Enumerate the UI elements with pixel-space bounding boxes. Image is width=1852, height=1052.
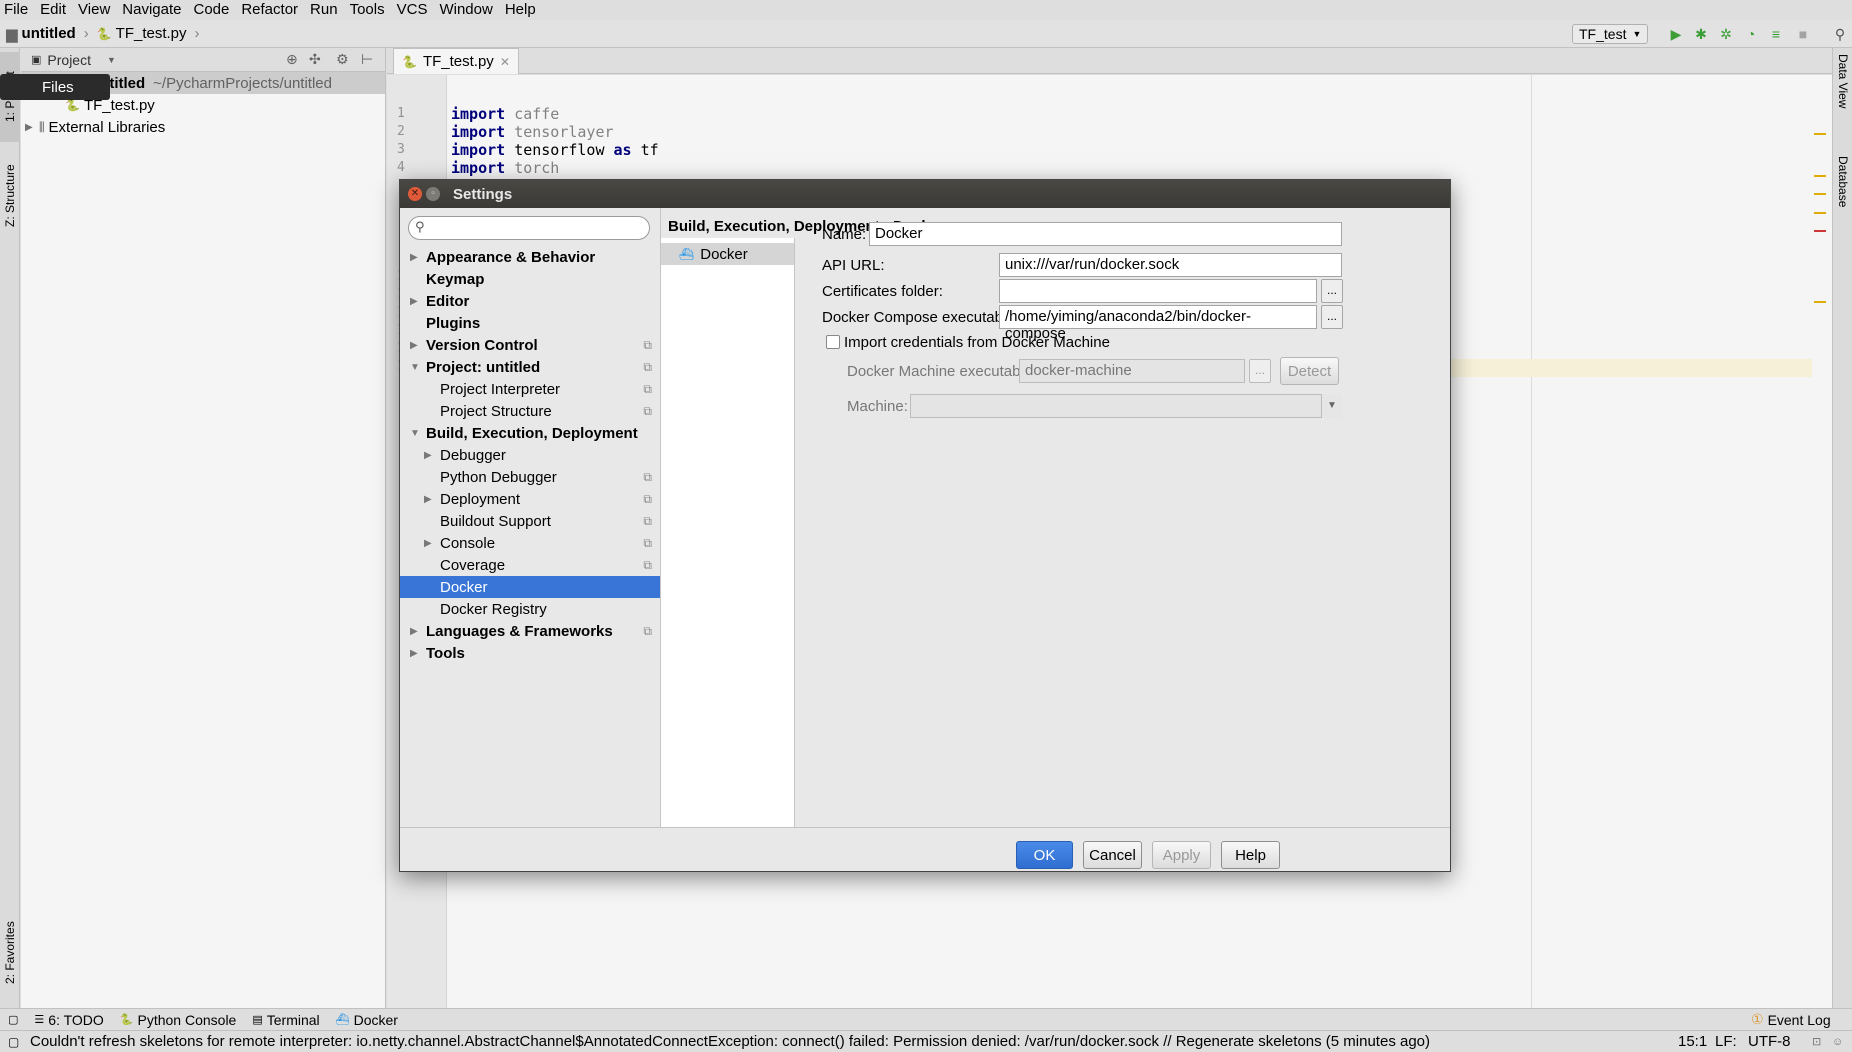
settings-tree-item[interactable]: ▶ Editor xyxy=(400,290,660,312)
chevron-right-icon[interactable]: ▶ xyxy=(410,648,418,659)
name-label: Name: xyxy=(822,226,867,243)
chevron-down-icon[interactable]: ▼ xyxy=(410,362,420,373)
chevron-down-icon[interactable]: ▼ xyxy=(1321,394,1342,418)
chevron-right-icon[interactable]: ▶ xyxy=(424,538,432,549)
settings-tree-item-label: Languages & Frameworks xyxy=(426,622,613,640)
settings-tree-item-label: Project: untitled xyxy=(426,358,541,376)
project-level-icon: ⧉ xyxy=(643,513,652,528)
help-button[interactable]: Help xyxy=(1221,841,1280,869)
project-level-icon: ⧉ xyxy=(643,491,652,506)
project-level-icon: ⧉ xyxy=(643,403,652,418)
import-credentials-label[interactable]: Import credentials from Docker Machine xyxy=(844,334,1110,351)
settings-tree-item[interactable]: Project Structure ⧉ xyxy=(400,400,660,422)
chevron-right-icon[interactable]: ▶ xyxy=(410,340,418,351)
apply-button[interactable]: Apply xyxy=(1152,841,1211,869)
files-tooltip: Files xyxy=(0,74,110,100)
project-level-icon: ⧉ xyxy=(643,359,652,374)
docker-config-list: ⛴ Docker xyxy=(661,238,795,828)
settings-tree-item-label: Tools xyxy=(426,644,465,662)
dialog-titlebar: ✕ ▫ Settings xyxy=(400,180,1450,208)
detect-button[interactable]: Detect xyxy=(1280,357,1339,385)
settings-tree-item-label: Project Structure xyxy=(440,402,552,420)
settings-tree-item-label: Docker xyxy=(440,578,488,596)
dialog-title: Settings xyxy=(453,185,513,203)
docker-compose-field[interactable]: /home/yiming/anaconda2/bin/docker-compos… xyxy=(999,305,1317,342)
api-url-field[interactable]: unix:///var/run/docker.sock xyxy=(999,253,1342,277)
browse-machine-button[interactable]: ... xyxy=(1249,359,1271,383)
settings-search-input[interactable]: ⚲ xyxy=(408,216,650,240)
settings-tree-item[interactable]: Plugins xyxy=(400,312,660,334)
settings-tree-item[interactable]: ▶ Tools xyxy=(400,642,660,664)
settings-tree-item[interactable]: ▶ Languages & Frameworks ⧉ xyxy=(400,620,660,642)
cancel-button[interactable]: Cancel xyxy=(1083,841,1142,869)
chevron-right-icon[interactable]: ▶ xyxy=(424,450,432,461)
settings-tree-item[interactable]: ▶ Debugger xyxy=(400,444,660,466)
settings-tree-item-label: Console xyxy=(440,534,496,552)
settings-tree-item-label: Appearance & Behavior xyxy=(426,248,596,266)
settings-tree-item[interactable]: ▶ Console ⧉ xyxy=(400,532,660,554)
browse-certificates-button[interactable]: ... xyxy=(1321,279,1343,303)
project-level-icon: ⧉ xyxy=(643,535,652,550)
settings-tree-item[interactable]: Buildout Support ⧉ xyxy=(400,510,660,532)
settings-tree-item-label: Project Interpreter xyxy=(440,380,561,398)
ok-button[interactable]: OK xyxy=(1016,841,1073,869)
project-level-icon: ⧉ xyxy=(643,381,652,396)
settings-tree-item[interactable]: Coverage ⧉ xyxy=(400,554,660,576)
docker-machine-exec-field[interactable]: docker-machine xyxy=(1019,359,1245,383)
docker-compose-label: Docker Compose executable: xyxy=(822,309,1019,326)
project-level-icon: ⧉ xyxy=(643,557,652,572)
certificates-folder-label: Certificates folder: xyxy=(822,283,943,300)
machine-label: Machine: xyxy=(847,398,908,415)
settings-tree-item-label: Version Control xyxy=(426,336,538,354)
settings-dialog: ✕ ▫ Settings ⚲ ▶ Appearance & Behavior Key… xyxy=(399,179,1451,872)
project-level-icon: ⧉ xyxy=(643,469,652,484)
name-field[interactable]: Docker xyxy=(869,222,1342,246)
docker-icon: ⛴ xyxy=(679,247,695,261)
chevron-right-icon[interactable]: ▶ xyxy=(410,252,418,263)
chevron-right-icon[interactable]: ▶ xyxy=(410,296,418,307)
api-url-label: API URL: xyxy=(822,257,885,274)
settings-tree-item-label: Docker Registry xyxy=(440,600,547,618)
settings-tree-item-label: Coverage xyxy=(440,556,506,574)
settings-tree-item-label: Buildout Support xyxy=(440,512,551,530)
chevron-down-icon[interactable]: ▼ xyxy=(410,428,420,439)
settings-tree-item-label: Debugger xyxy=(440,446,506,464)
chevron-right-icon[interactable]: ▶ xyxy=(424,494,432,505)
browse-compose-button[interactable]: ... xyxy=(1321,305,1343,329)
settings-tree-item[interactable]: Project Interpreter ⧉ xyxy=(400,378,660,400)
settings-tree-item[interactable]: Python Debugger ⧉ xyxy=(400,466,660,488)
settings-tree-item[interactable]: ▼ Build, Execution, Deployment xyxy=(400,422,660,444)
config-list-item[interactable]: ⛴ Docker xyxy=(661,243,794,265)
settings-tree: ▶ Appearance & Behavior Keymap ▶ Editor Plugi… xyxy=(400,246,660,827)
dialog-footer-divider xyxy=(400,827,1450,828)
settings-tree-item[interactable]: ▶ Deployment ⧉ xyxy=(400,488,660,510)
settings-tree-item-label: Python Debugger xyxy=(440,468,557,486)
settings-tree-item-label: Editor xyxy=(426,292,470,310)
settings-tree-item-label: Build, Execution, Deployment xyxy=(426,424,638,442)
machine-select[interactable] xyxy=(910,394,1342,418)
project-level-icon: ⧉ xyxy=(643,337,652,352)
settings-tree-item[interactable]: Keymap xyxy=(400,268,660,290)
search-icon: ⚲ xyxy=(415,219,425,234)
project-level-icon: ⧉ xyxy=(643,623,652,638)
settings-tree-item[interactable]: Docker Registry xyxy=(400,598,660,620)
config-list-item-label: Docker xyxy=(700,245,748,263)
settings-tree-item[interactable]: Docker xyxy=(400,576,660,598)
maximize-icon[interactable]: ▫ xyxy=(426,187,440,201)
settings-tree-item[interactable]: ▼ Project: untitled ⧉ xyxy=(400,356,660,378)
settings-tree-item-label: Keymap xyxy=(426,270,485,288)
settings-tree-item[interactable]: ▶ Appearance & Behavior xyxy=(400,246,660,268)
settings-tree-item-label: Deployment xyxy=(440,490,521,508)
settings-tree-item[interactable]: ▶ Version Control ⧉ xyxy=(400,334,660,356)
settings-tree-item-label: Plugins xyxy=(426,314,481,332)
close-icon[interactable]: ✕ xyxy=(408,187,422,201)
chevron-right-icon[interactable]: ▶ xyxy=(410,626,418,637)
docker-machine-exec-label: Docker Machine executable: xyxy=(847,363,1037,380)
files-tooltip-label: Files xyxy=(42,78,74,96)
import-credentials-checkbox[interactable] xyxy=(826,335,840,349)
certificates-folder-field[interactable] xyxy=(999,279,1317,303)
